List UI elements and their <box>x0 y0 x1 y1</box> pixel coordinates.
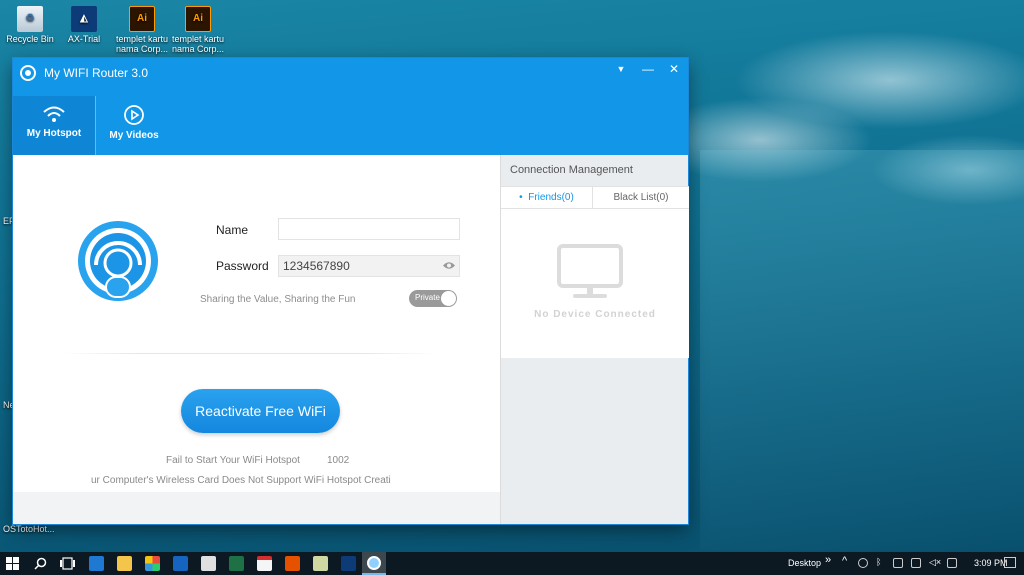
password-label: Password <box>216 259 269 273</box>
edge-browser-icon[interactable] <box>89 556 104 571</box>
show-password-eye-icon[interactable] <box>443 261 455 270</box>
wifi-router-icon <box>367 556 381 570</box>
pdf-reader-icon[interactable] <box>257 556 272 571</box>
tab-label: My Hotspot <box>26 128 82 139</box>
clock[interactable]: 3:09 PM <box>974 558 1008 568</box>
slogan-text: Sharing the Value, Sharing the Fun <box>200 294 356 305</box>
desktop-icon-templet-2[interactable]: Ai templet kartu nama Corp... <box>168 6 228 54</box>
title-bar[interactable]: My WIFI Router 3.0 ▼ — ✕ My Hotspot My V… <box>13 58 688 155</box>
connection-tabs: • Friends(0) Black List(0) <box>501 186 689 209</box>
window-title: My WIFI Router 3.0 <box>44 66 149 80</box>
desktop-icon-templet-1[interactable]: Ai templet kartu nama Corp... <box>112 6 172 54</box>
router-tray-icon[interactable] <box>858 558 868 568</box>
private-toggle[interactable]: Private <box>409 290 457 307</box>
outlook-icon[interactable] <box>173 556 188 571</box>
password-value: 1234567890 <box>283 259 350 273</box>
close-button[interactable]: ✕ <box>665 61 683 77</box>
minimize-button[interactable]: — <box>639 61 657 77</box>
menu-dropdown-button[interactable]: ▼ <box>612 61 630 77</box>
tab-black-list[interactable]: Black List(0) <box>592 187 689 208</box>
ax-trial-icon: ◭ <box>71 6 97 32</box>
tray-expand-icon[interactable]: ^ <box>842 555 847 567</box>
desktop-edge-label: OSTotoHot... <box>3 524 55 534</box>
ax-trial-taskbar-icon[interactable] <box>341 556 356 571</box>
wallpaper-light <box>700 150 1024 550</box>
status-text: Fail to Start Your WiFi Hotspot <box>166 455 300 466</box>
toggle-label: Private <box>415 293 440 302</box>
bullet-icon: • <box>519 192 529 203</box>
network-icon[interactable] <box>893 558 903 568</box>
toolbar-overflow-icon[interactable]: » <box>825 554 831 566</box>
keyboard-icon[interactable] <box>947 558 957 568</box>
tab-my-hotspot[interactable]: My Hotspot <box>13 96 95 155</box>
excel-icon[interactable] <box>229 556 244 571</box>
app-logo-icon <box>20 65 36 81</box>
taskbar-item-wifi-router-active[interactable] <box>362 552 386 575</box>
bluetooth-icon[interactable]: ᛒ <box>876 557 886 567</box>
desktop-icon-label: AX-Trial <box>67 34 101 44</box>
illustrator-file-icon: Ai <box>185 6 211 32</box>
hotspot-logo-icon <box>78 221 158 301</box>
footer-bar <box>13 492 500 524</box>
desktop-icon-label: templet kartu nama Corp... <box>171 34 225 54</box>
volume-mute-icon[interactable]: ◁× <box>929 557 941 567</box>
password-field[interactable]: 1234567890 <box>278 255 460 277</box>
recycle-bin-icon: ♻ <box>17 6 43 32</box>
desktop-icon-ax-trial[interactable]: ◭ AX-Trial <box>54 6 114 44</box>
battery-icon[interactable] <box>911 558 921 568</box>
monitor-icon <box>557 244 623 298</box>
desktop-toolbar-label[interactable]: Desktop <box>788 558 821 568</box>
desktop-icon-label: templet kartu nama Corp... <box>115 34 169 54</box>
name-field[interactable] <box>278 218 460 240</box>
tab-friends[interactable]: • Friends(0) <box>501 187 592 208</box>
task-view-icon[interactable] <box>60 557 75 570</box>
messenger-icon[interactable] <box>313 556 328 571</box>
tab-label: My Videos <box>109 130 159 141</box>
desktop-icon-recycle-bin[interactable]: ♻ Recycle Bin <box>0 6 60 44</box>
desktop-icon-label: Recycle Bin <box>6 34 54 44</box>
toggle-knob <box>441 291 456 306</box>
file-explorer-icon[interactable] <box>117 556 132 571</box>
taskbar: Desktop » ^ ᛒ ◁× 3:09 PM <box>0 552 1024 575</box>
notifications-icon[interactable] <box>1004 557 1016 568</box>
reactivate-wifi-button[interactable]: Reactivate Free WiFi <box>181 389 340 433</box>
tab-label: Friends(0) <box>528 192 574 203</box>
tab-my-videos[interactable]: My Videos <box>96 96 172 155</box>
name-label: Name <box>216 223 249 237</box>
tools-icon[interactable] <box>285 556 300 571</box>
store-icon[interactable] <box>201 556 216 571</box>
status-code: 1002 <box>327 455 350 466</box>
color-app-icon[interactable] <box>145 556 160 571</box>
wifi-icon <box>43 106 65 122</box>
device-list: No Device Connected <box>501 209 689 358</box>
divider <box>63 353 438 354</box>
play-icon <box>124 105 144 125</box>
connection-panel: Connection Management • Friends(0) Black… <box>500 155 689 524</box>
search-icon[interactable] <box>34 557 47 570</box>
app-window: My WIFI Router 3.0 ▼ — ✕ My Hotspot My V… <box>13 58 689 524</box>
windows-start-icon[interactable] <box>6 557 19 570</box>
error-detail-text: ur Computer's Wireless Card Does Not Sup… <box>91 475 391 486</box>
connection-title: Connection Management <box>510 164 633 176</box>
empty-state-text: No Device Connected <box>534 309 656 320</box>
illustrator-file-icon: Ai <box>129 6 155 32</box>
